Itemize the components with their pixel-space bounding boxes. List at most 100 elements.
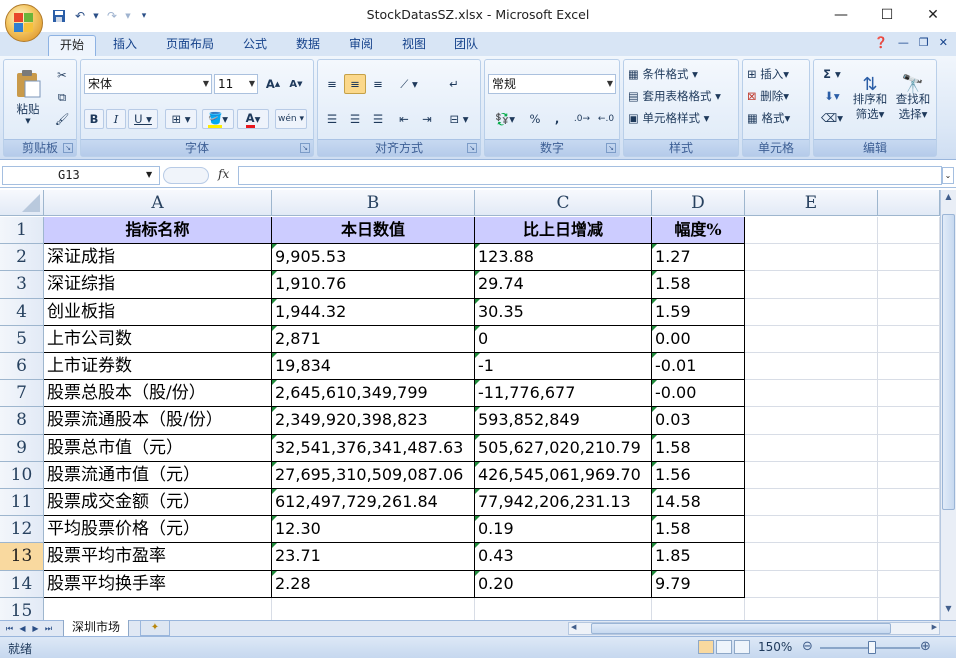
table-cell[interactable]: 1,910.76 — [272, 271, 475, 299]
column-header-partial[interactable] — [878, 190, 940, 216]
table-cell[interactable]: 0 — [475, 325, 652, 353]
scroll-down-icon[interactable]: ▼ — [942, 604, 955, 618]
zoom-slider-knob[interactable] — [868, 641, 876, 654]
empty-cell[interactable] — [745, 489, 878, 517]
empty-cell[interactable] — [745, 217, 878, 245]
empty-cell[interactable] — [878, 434, 940, 462]
empty-cell[interactable] — [878, 489, 940, 517]
name-box[interactable]: G13 — [2, 166, 160, 185]
tab-team[interactable]: 团队 — [447, 35, 485, 56]
help-icon[interactable]: ❓ — [874, 36, 888, 49]
minimize-button[interactable]: — — [818, 0, 864, 30]
table-cell[interactable]: 深证成指 — [44, 244, 272, 272]
tab-page-layout[interactable]: 页面布局 — [160, 35, 220, 56]
decrease-decimal-icon[interactable]: ←.0 — [595, 109, 617, 129]
table-cell[interactable]: -0.01 — [652, 353, 745, 381]
table-cell[interactable]: 123.88 — [475, 244, 652, 272]
row-header-3[interactable]: 3 — [0, 271, 44, 299]
column-header-a[interactable]: A — [44, 190, 272, 216]
empty-cell[interactable] — [878, 380, 940, 408]
percent-style-icon[interactable]: % — [525, 109, 545, 129]
table-cell[interactable]: 股票流通股本（股/份） — [44, 407, 272, 435]
row-header-11[interactable]: 11 — [0, 489, 44, 517]
table-cell[interactable]: 505,627,020,210.79 — [475, 434, 652, 462]
bold-button[interactable]: B — [84, 109, 104, 129]
fill-icon[interactable]: ⬇▾ — [817, 86, 847, 106]
table-cell[interactable]: 12.30 — [272, 516, 475, 544]
shrink-font-icon[interactable]: A ▼ — [286, 74, 306, 94]
formula-input[interactable] — [238, 166, 942, 185]
empty-cell[interactable] — [475, 597, 652, 620]
table-cell[interactable]: 77,942,206,231.13 — [475, 489, 652, 517]
grow-font-icon[interactable]: A ▲ — [263, 74, 283, 94]
table-cell[interactable]: 股票成交金额（元） — [44, 489, 272, 517]
table-cell[interactable]: 股票平均市盈率 — [44, 543, 272, 571]
table-cell[interactable]: 股票总市值（元） — [44, 434, 272, 462]
align-right-icon[interactable]: ☰ — [367, 109, 389, 129]
row-header-6[interactable]: 6 — [0, 353, 44, 381]
select-all-corner[interactable] — [0, 190, 44, 216]
table-cell[interactable]: 创业板指 — [44, 298, 272, 326]
table-header-cell[interactable]: 比上日增减 — [475, 217, 652, 245]
increase-decimal-icon[interactable]: .0→ — [571, 109, 593, 129]
empty-cell[interactable] — [745, 380, 878, 408]
ribbon-restore-icon[interactable]: ❐ — [919, 36, 929, 49]
find-select-button[interactable]: 🔭 查找和 选择▾ — [893, 64, 933, 134]
tab-formulas[interactable]: 公式 — [236, 35, 274, 56]
paste-button[interactable]: 粘贴 ▼ — [8, 64, 48, 130]
horizontal-scrollbar[interactable]: ◀ ▶ — [568, 622, 940, 635]
fill-color-icon[interactable]: 🪣 ▾ — [202, 109, 234, 129]
borders-icon[interactable]: ⊞ ▾ — [165, 109, 197, 129]
table-cell[interactable]: 19,834 — [272, 353, 475, 381]
table-cell[interactable]: 27,695,310,509,087.06 — [272, 461, 475, 489]
empty-cell[interactable] — [272, 597, 475, 620]
wrap-text-icon[interactable]: ↵ — [443, 74, 465, 94]
next-sheet-icon[interactable]: ▶ — [30, 621, 41, 636]
empty-cell[interactable] — [745, 271, 878, 299]
column-header-c[interactable]: C — [475, 190, 652, 216]
tab-insert[interactable]: 插入 — [104, 35, 146, 56]
comma-style-icon[interactable]: , — [547, 109, 567, 129]
table-cell[interactable]: 0.20 — [475, 570, 652, 598]
prev-sheet-icon[interactable]: ◀ — [17, 621, 28, 636]
empty-cell[interactable] — [878, 597, 940, 620]
row-header-14[interactable]: 14 — [0, 570, 44, 598]
row-header-8[interactable]: 8 — [0, 407, 44, 435]
page-break-view-icon[interactable] — [734, 640, 750, 654]
sort-filter-button[interactable]: ⇅ 排序和 筛选▾ — [850, 64, 890, 134]
empty-cell[interactable] — [878, 516, 940, 544]
orientation-icon[interactable]: ⟋ ▾ — [393, 74, 425, 94]
row-header-9[interactable]: 9 — [0, 434, 44, 462]
table-cell[interactable]: 0.03 — [652, 407, 745, 435]
table-cell[interactable]: 612,497,729,261.84 — [272, 489, 475, 517]
clear-icon[interactable]: ⌫▾ — [817, 108, 847, 128]
empty-cell[interactable] — [745, 325, 878, 353]
number-format-box[interactable]: 常规 ▼ — [488, 74, 616, 94]
row-header-1[interactable]: 1 — [0, 217, 44, 245]
empty-cell[interactable] — [745, 570, 878, 598]
row-header-7[interactable]: 7 — [0, 380, 44, 408]
empty-cell[interactable] — [878, 543, 940, 571]
zoom-level[interactable]: 150% — [758, 640, 792, 654]
tab-home[interactable]: 开始 — [48, 35, 96, 56]
row-header-10[interactable]: 10 — [0, 461, 44, 489]
format-cells-button[interactable]: ▦ 格式 ▾ — [746, 108, 806, 128]
align-bottom-icon[interactable]: ≡ — [367, 74, 389, 94]
insert-sheet-icon[interactable]: ✦ — [140, 621, 170, 636]
decrease-indent-icon[interactable]: ⇤ — [393, 109, 415, 129]
table-cell[interactable]: 0.00 — [652, 325, 745, 353]
scroll-left-icon[interactable]: ◀ — [571, 623, 576, 631]
table-cell[interactable]: 0.19 — [475, 516, 652, 544]
tab-data[interactable]: 数据 — [289, 35, 327, 56]
font-size-box[interactable]: 11 ▼ — [214, 74, 258, 94]
row-header-12[interactable]: 12 — [0, 516, 44, 544]
table-cell[interactable]: 30.35 — [475, 298, 652, 326]
empty-cell[interactable] — [878, 244, 940, 272]
empty-cell[interactable] — [878, 271, 940, 299]
font-name-box[interactable]: 宋体 ▼ — [84, 74, 212, 94]
empty-cell[interactable] — [878, 407, 940, 435]
empty-cell[interactable] — [745, 543, 878, 571]
table-cell[interactable]: 1.85 — [652, 543, 745, 571]
align-center-icon[interactable]: ☰ — [344, 109, 366, 129]
empty-cell[interactable] — [878, 217, 940, 245]
